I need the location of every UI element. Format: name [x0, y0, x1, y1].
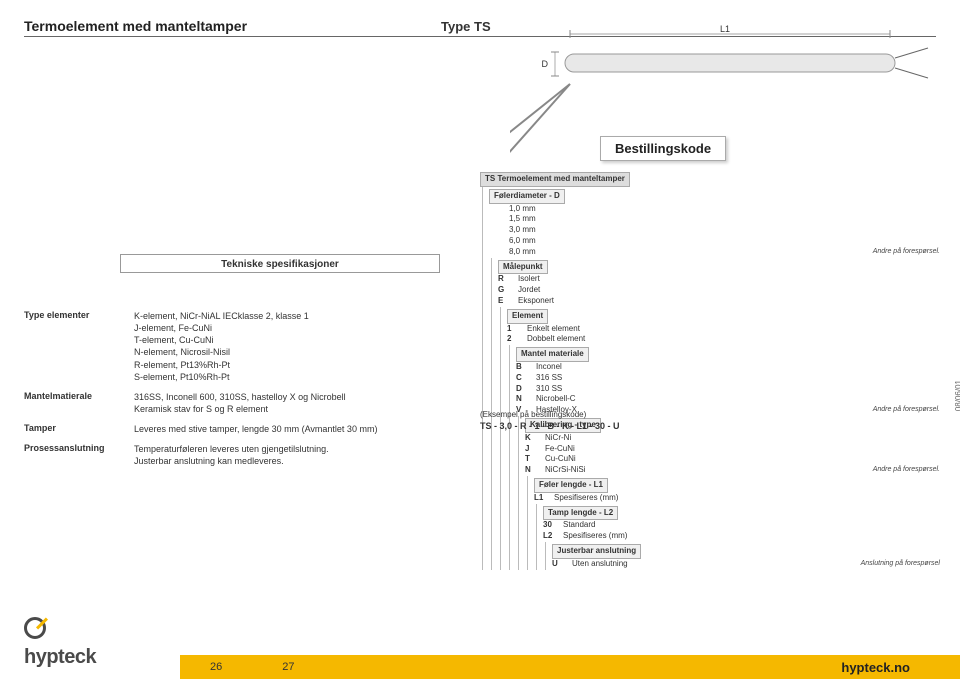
- footer-domain: hypteck.no: [841, 660, 910, 675]
- tree-measuring-header: Målepunkt: [498, 260, 548, 275]
- dim-d-label: D: [542, 59, 549, 69]
- brand-logo: hypteck: [0, 617, 180, 679]
- tree-mantle-header: Mantel materiale: [516, 347, 589, 362]
- spec-value: K-element, NiCr-NiAL IECklasse 2, klasse…: [134, 310, 444, 383]
- spec-row: Type elementer K-element, NiCr-NiAL IECk…: [24, 310, 444, 383]
- side-date: 08/06/01: [954, 380, 960, 411]
- example-label: (Eksempel på bestillingskode): [480, 410, 620, 419]
- footer-bar: 26 27 hypteck.no: [180, 655, 960, 679]
- spec-table: Type elementer K-element, NiCr-NiAL IECk…: [24, 310, 444, 476]
- spec-box-title: Tekniske spesifikasjoner: [215, 259, 345, 270]
- tree-element-header: Element: [507, 309, 548, 324]
- page-number-left: 26: [210, 661, 222, 673]
- tree-adjust-header: Justerbar anslutning: [552, 544, 641, 559]
- dim-l1-label: L1: [720, 24, 730, 34]
- tree-root-code: TS: [485, 174, 495, 183]
- page-footer: hypteck 26 27 hypteck.no: [0, 627, 960, 679]
- example-code: TS - 3,0 - R - 1 - B - K - L1 - 30 - U: [480, 421, 620, 431]
- tree-row: 1,0 mm: [489, 204, 940, 215]
- spec-label: Type elementer: [24, 310, 124, 383]
- type-label: Type TS: [441, 19, 491, 34]
- page-number-right: 27: [282, 661, 294, 673]
- datasheet-page: Termoelement med manteltamper Type TS L1…: [0, 0, 960, 37]
- tree-tamplen-header: Tamp lengde - L2: [543, 506, 618, 521]
- tree-sensorlen-header: Føler lengde - L1: [534, 478, 608, 493]
- example-block: (Eksempel på bestillingskode) TS - 3,0 -…: [480, 410, 620, 431]
- tree-root: TS Termoelement med manteltamper: [480, 172, 630, 187]
- logo-icon: [24, 617, 46, 639]
- tree-diameter-header: Følerdiameter - D: [489, 189, 565, 204]
- ordering-code-title: Bestillingskode: [600, 136, 726, 161]
- brand-text: hypteck: [24, 646, 96, 668]
- page-title: Termoelement med manteltamper: [24, 18, 247, 34]
- ordering-tree: TS Termoelement med manteltamper Følerdi…: [480, 170, 940, 570]
- tree-root-label: Termoelement med manteltamper: [497, 174, 624, 183]
- spec-box: Tekniske spesifikasjoner: [120, 254, 440, 273]
